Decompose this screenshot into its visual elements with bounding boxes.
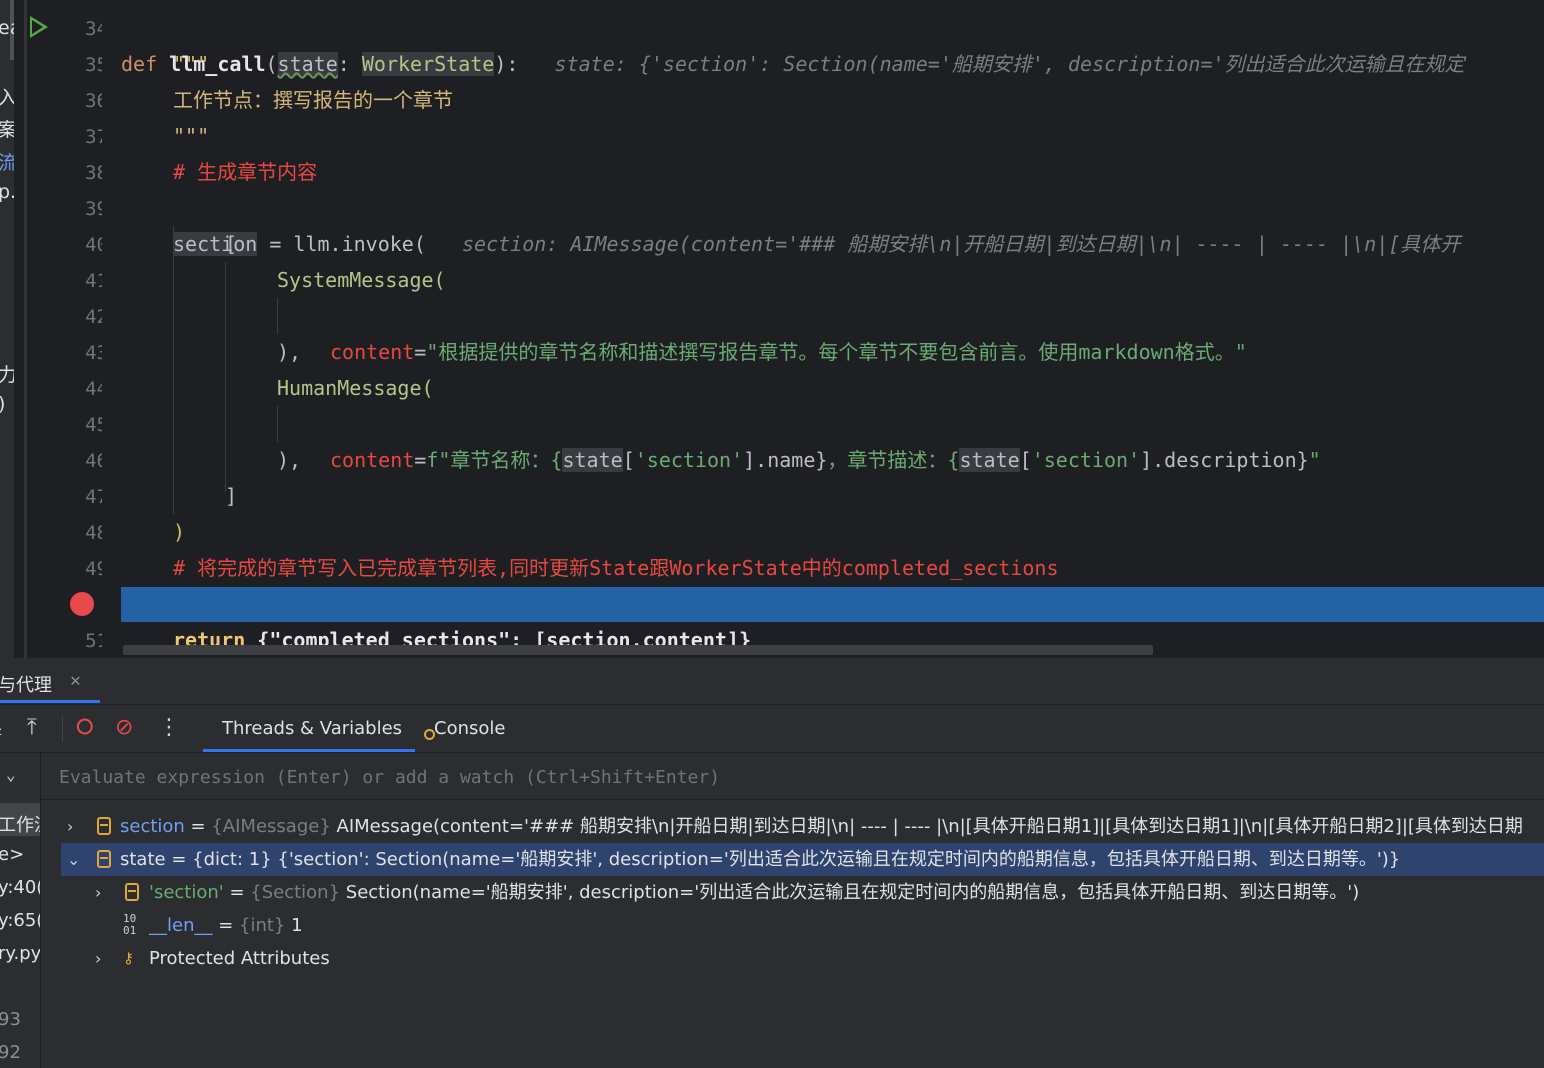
evaluate-expression-input[interactable] (57, 762, 1461, 792)
tab-console[interactable]: Console (434, 718, 505, 739)
project-item[interactable]: 入 (0, 83, 14, 110)
debug-toolbar: ⤓ ⤒ ⭘ ⊘ ⋮ Threads & Variables Console (0, 704, 1544, 753)
line-number: 44 (85, 378, 108, 400)
indent-guide (277, 298, 278, 334)
chevron-right-icon[interactable]: › (95, 876, 101, 909)
line-number: 48 (85, 522, 108, 544)
view-breakpoints-icon[interactable]: ⭘ (76, 716, 94, 740)
project-item[interactable]: 案 (0, 115, 14, 142)
close-icon[interactable]: ✕ (70, 670, 81, 691)
indent-guide (225, 262, 226, 492)
line-number: 46 (85, 450, 108, 472)
line-number: 45 (85, 414, 108, 436)
line-number: 43 (85, 342, 108, 364)
project-item[interactable]: p. (0, 181, 14, 203)
chevron-right-icon[interactable]: › (67, 810, 73, 843)
tab-threads-variables[interactable]: Threads & Variables (222, 718, 402, 739)
frame-item[interactable]: y:40( (0, 877, 40, 898)
line-number: 38 (85, 162, 108, 184)
run-icon[interactable] (30, 16, 48, 38)
key-icon: ⚷ (123, 949, 134, 967)
project-item[interactable]: 力 (0, 360, 14, 387)
code-editor[interactable]: def llm_call(state: WorkerState): state:… (102, 0, 1544, 658)
project-panel-edge: ea 入 案 流 p. 力 ) (0, 0, 14, 658)
execution-line-highlight (121, 587, 1544, 622)
frame-item[interactable]: e> (0, 844, 24, 865)
more-options-icon[interactable]: ⋮ (158, 716, 180, 740)
variable-row[interactable]: › 'section' = {Section} Section(name='船期… (89, 876, 1544, 909)
frame-item[interactable]: 92 (0, 1042, 21, 1063)
line-number: 47 (85, 486, 108, 508)
frame-item[interactable]: y:65( (0, 910, 40, 931)
variable-icon (97, 817, 111, 835)
code-line-50: return {"completed_sections": [section.c… (173, 628, 751, 652)
debug-panel: 与代理 ✕ ⤓ ⤒ ⭘ ⊘ ⋮ Threads & Variables Cons… (0, 658, 1544, 1068)
variable-row[interactable]: 10 01 __len__ = {int} 1 (89, 909, 1544, 942)
inline-value-hint: state: {'section': Section(name='船期安排', … (554, 52, 1465, 76)
active-tab-underline (0, 700, 100, 703)
project-item[interactable]: ea (0, 17, 14, 39)
line-number: 37 (85, 126, 108, 148)
line-number: 39 (85, 198, 108, 220)
frame-item[interactable]: ry.py (0, 943, 40, 964)
chevron-right-icon[interactable]: › (95, 942, 101, 975)
step-out-icon[interactable]: ⤓ (0, 716, 2, 740)
active-tab-underline (203, 749, 415, 752)
debug-session-tab[interactable]: 与代理 ✕ (0, 658, 1544, 705)
editor-horizontal-scrollbar[interactable] (123, 645, 1153, 655)
line-number: 40 (85, 234, 108, 256)
variable-row-selected[interactable]: ⌄ state = {dict: 1} {'section': Section(… (61, 843, 1544, 876)
console-icon (424, 729, 435, 740)
variable-icon (97, 850, 111, 868)
evaluate-expression-bar (41, 753, 1544, 800)
code-line-42: content="根据提供的章节名称和描述撰写报告章节。每个章节不要包含前言。使… (330, 340, 1247, 364)
line-number: 49 (85, 558, 108, 580)
mute-breakpoints-icon[interactable]: ⊘ (115, 716, 133, 740)
gutter-fold-line (24, 0, 27, 658)
inline-value-hint: section: AIMessage(content='### 船期安排\n|开… (462, 232, 1461, 256)
line-number: 36 (85, 90, 108, 112)
code-line-45: content=f"章节名称：{state['section'].name}，章… (330, 448, 1321, 472)
indent-guide (173, 226, 174, 514)
line-number: 42 (85, 306, 108, 328)
toolbar-separator (62, 716, 63, 742)
step-up-icon[interactable]: ⤒ (27, 716, 37, 740)
binary-number-icon: 10 01 (123, 912, 137, 937)
line-number: 35 (85, 54, 108, 76)
chevron-down-icon[interactable]: ⌄ (6, 765, 16, 784)
frame-item[interactable]: 93 (0, 1009, 21, 1030)
code-line-39: section = llm.invoke( section: AIMessage… (173, 232, 1461, 256)
frames-list[interactable]: ⌄ 工作流 e> y:40( y:65( ry.py 93 92 (0, 753, 41, 1068)
debug-session-title[interactable]: 与代理 (0, 671, 52, 697)
frame-item[interactable]: 工作流 (0, 811, 40, 837)
code-line-34: def llm_call(state: WorkerState): state:… (121, 52, 1465, 76)
variable-row[interactable]: › section = {AIMessage} AIMessage(conten… (61, 810, 1544, 843)
variable-icon (125, 883, 139, 901)
indent-guide (277, 406, 278, 442)
project-item-selected[interactable]: 流 (0, 148, 14, 175)
line-number: 34 (85, 18, 108, 40)
variables-view: › section = {AIMessage} AIMessage(conten… (41, 753, 1544, 1068)
line-number: 51 (85, 630, 108, 652)
line-number: 41 (85, 270, 108, 292)
variable-row[interactable]: › ⚷ Protected Attributes (89, 942, 1544, 975)
breakpoint-icon[interactable] (70, 592, 94, 616)
project-item[interactable]: ) (0, 393, 5, 415)
chevron-down-icon[interactable]: ⌄ (67, 843, 80, 876)
editor-gutter[interactable]: 34 35 36 37 38 39 40 41 42 43 44 45 46 4… (16, 0, 108, 658)
